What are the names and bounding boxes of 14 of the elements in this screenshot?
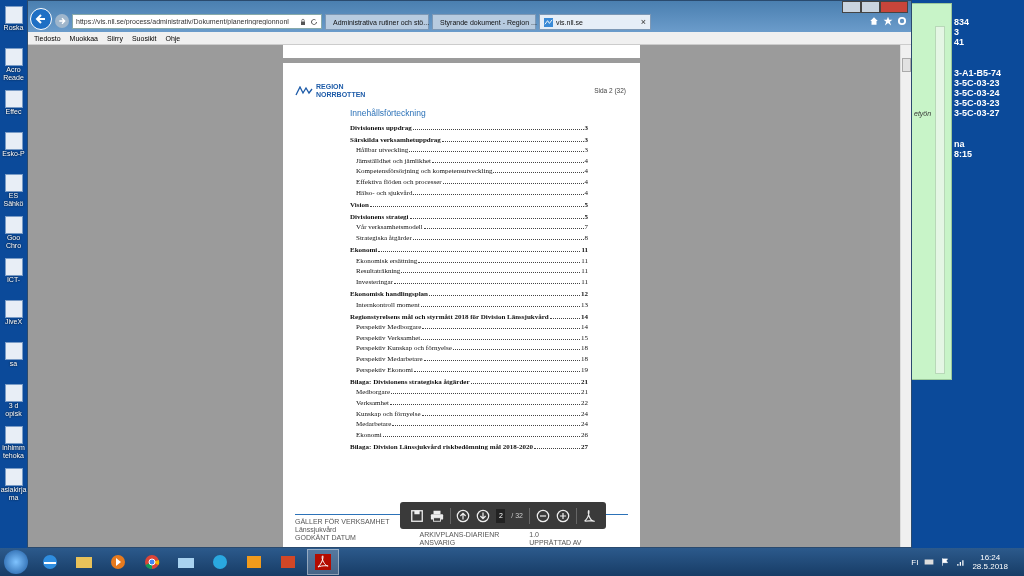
desktop-text: 3-A1-B5-74 [954,68,1002,78]
desktop-text: 3-5C-03-23 [954,98,1001,108]
desktop-text: 3-5C-03-23 [954,78,1001,88]
toc-heading: Innehållsförteckning [350,108,427,118]
desktop-text: 41 [954,37,965,47]
desktop-text: 8:15 [954,149,973,159]
desktop-text: 3-5C-03-24 [954,88,1001,98]
language-indicator[interactable]: FI [911,557,919,567]
desktop-text: 3 [954,27,960,37]
clock-date: 28.5.2018 [972,562,1008,571]
desktop-text: na [954,139,966,149]
desktop-text: 3-5C-03-27 [954,108,1001,118]
clock-time: 16:24 [980,553,1001,562]
desktop-text: 834 [954,17,971,27]
